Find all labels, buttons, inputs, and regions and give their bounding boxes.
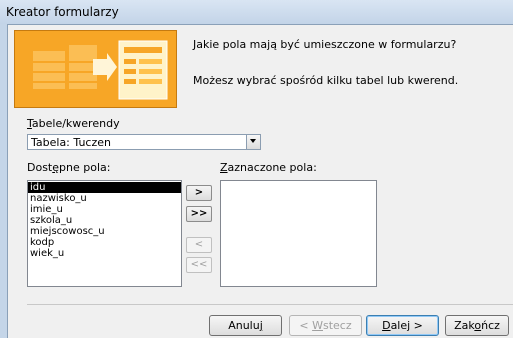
wizard-hint: Możesz wybrać spośród kilku tabel lub kw… xyxy=(193,74,459,87)
add-field-button[interactable]: > xyxy=(186,185,212,201)
list-item[interactable]: wiek_u xyxy=(28,248,181,259)
footer-divider xyxy=(27,304,513,305)
chevron-down-icon xyxy=(250,139,256,143)
back-label-post: stecz xyxy=(322,319,352,332)
available-fields-label: Dostępne pola: xyxy=(27,161,110,174)
finish-label-post: ńcz xyxy=(481,319,500,332)
next-label-post: alej > xyxy=(390,319,423,332)
window-title: Kreator formularzy xyxy=(6,5,119,19)
list-item[interactable]: szkola_u xyxy=(28,215,181,226)
finish-label-pre: Zak xyxy=(454,319,475,332)
form-wizard-window: Kreator formularzy Jakie pola mają być u… xyxy=(0,0,513,338)
list-item[interactable]: nazwisko_u xyxy=(28,193,181,204)
tables-label-rest: abele/kwerendy xyxy=(31,117,120,130)
list-item[interactable]: idu xyxy=(28,182,181,193)
available-label-post: pne pola: xyxy=(59,161,111,174)
tables-combobox[interactable]: Tabela: Tuczen xyxy=(27,134,261,150)
add-all-fields-button[interactable]: >> xyxy=(186,206,212,222)
wizard-question: Jakie pola mają być umieszczone w formul… xyxy=(193,38,457,51)
list-item[interactable]: miejscowosc_u xyxy=(28,226,181,237)
finish-button[interactable]: Zakończ xyxy=(445,315,509,336)
form-wizard-illustration-icon xyxy=(15,31,176,107)
remove-field-button[interactable]: < xyxy=(186,237,212,253)
tables-label: Tabele/kwerendy xyxy=(27,117,120,130)
tables-dropdown-button[interactable] xyxy=(246,135,260,149)
selected-fields-list[interactable] xyxy=(220,180,377,287)
remove-all-fields-button[interactable]: << xyxy=(186,257,212,273)
wizard-illustration xyxy=(14,30,177,108)
list-item[interactable]: kodp xyxy=(28,237,181,248)
list-item[interactable]: imie_u xyxy=(28,204,181,215)
selected-label-rest: aznaczone pola: xyxy=(227,161,317,174)
next-button[interactable]: Dalej > xyxy=(366,315,439,336)
available-label-pre: Dost xyxy=(27,161,53,174)
available-fields-list[interactable]: idu nazwisko_u imie_u szkola_u miejscowo… xyxy=(27,180,182,287)
cancel-label-pre: Anulu xyxy=(228,319,260,332)
selected-label-accesskey: Z xyxy=(220,161,228,174)
next-label-accesskey: D xyxy=(382,319,391,332)
back-label-pre: < xyxy=(299,319,313,332)
title-bar[interactable]: Kreator formularzy xyxy=(0,0,513,24)
selected-fields-label: Zaznaczone pola: xyxy=(220,161,317,174)
cancel-button[interactable]: Anuluj xyxy=(209,315,282,336)
back-button[interactable]: < Wstecz xyxy=(289,315,362,336)
back-label-accesskey: W xyxy=(312,319,323,332)
tables-combobox-value: Tabela: Tuczen xyxy=(31,136,111,149)
available-label-accesskey: ę xyxy=(52,161,60,174)
cancel-label-accesskey: j xyxy=(259,319,263,332)
